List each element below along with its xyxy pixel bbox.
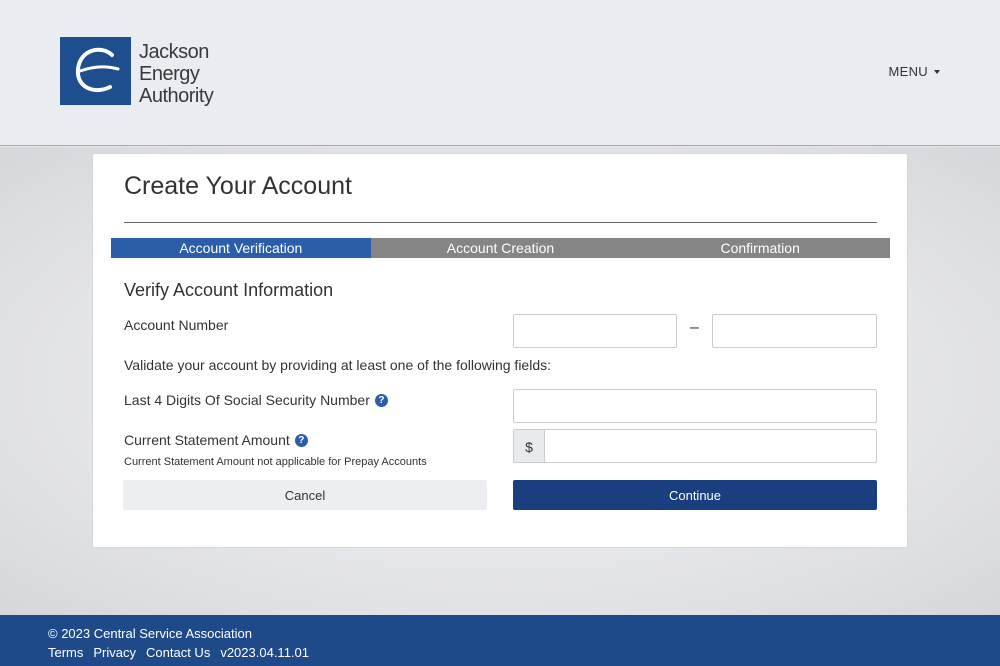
footer-links: Terms Privacy Contact Us v2023.04.11.01 [48, 645, 309, 660]
account-number-label: Account Number [124, 317, 228, 333]
account-number-field-1[interactable] [513, 314, 677, 348]
logo-word-1: Jackson [139, 41, 209, 63]
menu-label: MENU [888, 64, 928, 79]
ssn-help-icon[interactable]: ? [374, 393, 388, 407]
statement-help-icon[interactable]: ? [294, 433, 308, 447]
page-title: Create Your Account [124, 172, 352, 200]
terms-link[interactable]: Terms [48, 645, 83, 660]
account-number-separator: – [690, 319, 699, 336]
continue-button[interactable]: Continue [513, 480, 877, 510]
site-header: Jackson Energy Authority MENU [0, 0, 1000, 146]
validate-instruction-text: Validate your account by providing at le… [124, 357, 551, 373]
site-footer: © 2023 Central Service Association Terms… [0, 615, 1000, 666]
statement-amount-label: Current Statement Amount ? [124, 432, 308, 448]
account-number-label-text: Account Number [124, 317, 229, 333]
cancel-button[interactable]: Cancel [123, 480, 487, 510]
jea-logo[interactable]: Jackson Energy Authority [60, 37, 214, 107]
step-confirmation: Confirmation [630, 238, 891, 258]
logo-wordmark: Jackson Energy Authority [139, 41, 214, 107]
create-account-card: Create Your Account Account Verification… [92, 153, 908, 548]
privacy-link[interactable]: Privacy [93, 645, 136, 660]
step-account-creation: Account Creation [370, 238, 631, 258]
contact-us-link[interactable]: Contact Us [146, 645, 210, 660]
currency-addon: $ [513, 429, 544, 463]
statement-amount-note: Current Statement Amount not applicable … [124, 456, 427, 468]
title-divider [124, 222, 877, 223]
account-number-field-2[interactable] [712, 314, 877, 348]
progress-steps: Account Verification Account Creation Co… [111, 238, 891, 258]
ssn-last4-input[interactable] [513, 389, 877, 423]
logo-word-3: Authority [139, 85, 214, 107]
statement-amount-input[interactable] [544, 429, 877, 463]
section-title: Verify Account Information [124, 280, 334, 300]
caret-down-icon [934, 69, 940, 74]
statement-amount-label-text: Current Statement Amount [124, 432, 290, 448]
ssn-label: Last 4 Digits Of Social Security Number … [124, 392, 388, 408]
ssn-label-text: Last 4 Digits Of Social Security Number [124, 392, 370, 408]
menu-dropdown[interactable]: MENU [889, 64, 940, 79]
validate-instruction: Validate your account by providing at le… [124, 357, 551, 373]
step-account-verification: Account Verification [111, 238, 371, 258]
copyright-text: © 2023 Central Service Association [48, 626, 252, 641]
logo-mark-icon [60, 37, 131, 105]
version-text: v2023.04.11.01 [220, 645, 309, 660]
logo-word-2: Energy [139, 63, 200, 85]
